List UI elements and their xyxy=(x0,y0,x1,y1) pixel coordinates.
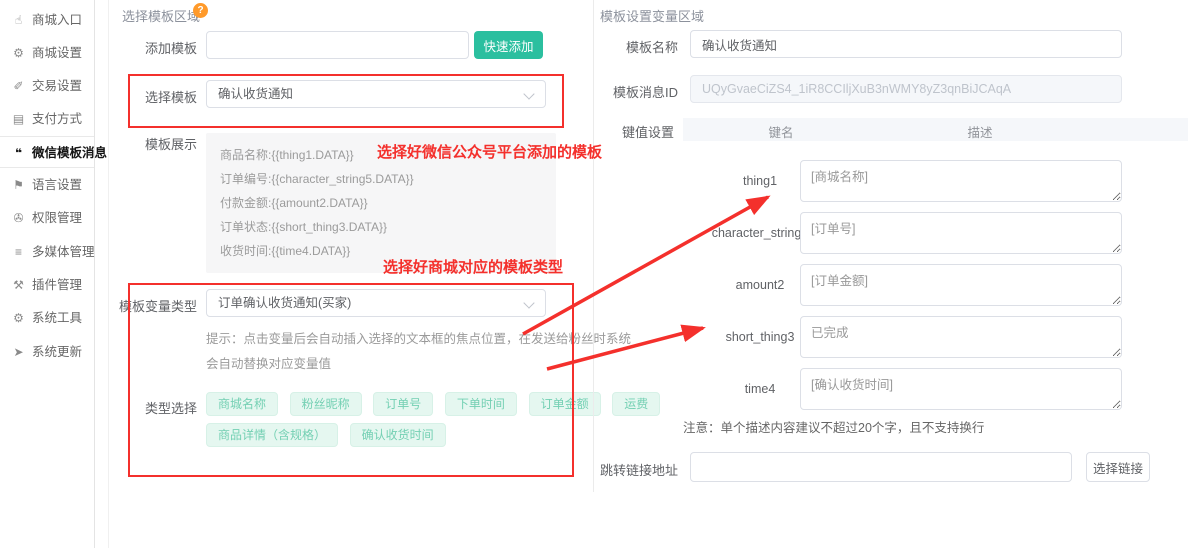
template-var-type-value: 订单确认收货通知(买家) xyxy=(218,296,351,310)
tool-icon: ⚒ xyxy=(11,273,26,297)
template-name-input[interactable] xyxy=(690,30,1122,58)
type-select-label: 类型选择 xyxy=(110,398,197,417)
jump-link-label: 跳转链接地址 xyxy=(590,460,678,479)
sidebar-item-label: 系统工具 xyxy=(32,311,82,325)
preview-line: 订单编号:{{character_string5.DATA}} xyxy=(220,167,542,191)
pen-icon: ✐ xyxy=(11,74,26,98)
preview-line: 付款金额:{{amount2.DATA}} xyxy=(220,191,542,215)
kv-col-desc: 描述 xyxy=(940,122,1020,141)
gear-icon: ⚙ xyxy=(11,41,26,65)
tag-order-time[interactable]: 下单时间 xyxy=(445,392,517,416)
kv-desc-short-thing3-textarea[interactable]: 已完成 xyxy=(800,316,1122,358)
var-type-hint-line2: 会自动替换对应变量值 xyxy=(206,353,331,372)
tag-mall-name[interactable]: 商城名称 xyxy=(206,392,278,416)
card-icon: ▤ xyxy=(11,107,26,131)
type-tags-row1: 商城名称 粉丝昵称 订单号 下单时间 订单金额 运费 xyxy=(206,392,668,416)
mall-entrance-icon: ☝ xyxy=(11,8,26,32)
sidebar-item-system-update[interactable]: ➤ 系统更新 xyxy=(0,340,94,364)
select-template-dropdown[interactable]: 确认收货通知 xyxy=(206,80,546,108)
template-var-type-dropdown[interactable]: 订单确认收货通知(买家) xyxy=(206,289,546,317)
template-name-label: 模板名称 xyxy=(600,37,678,56)
sidebar-item-permission-management[interactable]: ✇ 权限管理 xyxy=(0,206,94,230)
list-icon: ≡ xyxy=(11,240,26,264)
sidebar-item-label: 插件管理 xyxy=(32,278,82,292)
tag-shipping-fee[interactable]: 运费 xyxy=(612,392,660,416)
template-var-type-label: 模板变量类型 xyxy=(110,296,197,315)
sidebar-item-label: 多媒体管理 xyxy=(32,245,95,259)
tag-order-no[interactable]: 订单号 xyxy=(373,392,433,416)
type-tags-row2: 商品详情（含规格） 确认收货时间 xyxy=(206,423,454,447)
chevron-down-icon xyxy=(523,297,534,308)
kv-desc-character-string5-textarea[interactable]: [订单号] xyxy=(800,212,1122,254)
sidebar-item-mall-settings[interactable]: ⚙ 商城设置 xyxy=(0,41,94,65)
sidebar-item-label: 权限管理 xyxy=(32,211,82,225)
sidebar-item-wechat-template-message[interactable]: ❝微信模板消息 xyxy=(0,136,94,168)
template-msg-id-input xyxy=(690,75,1122,103)
column-divider xyxy=(593,0,594,492)
template-preview-label: 模板展示 xyxy=(110,134,197,153)
jump-link-input[interactable] xyxy=(690,452,1072,482)
sidebar-item-language-settings[interactable]: ⚑ 语言设置 xyxy=(0,173,94,197)
chat-bubbles-icon: ❝ xyxy=(11,137,26,169)
wechat-template-message-page: ☝商城入口 ⚙商城设置 ✐交易设置 ▤支付方式 ❝微信模板消息 ⚑语言设置 ✇权… xyxy=(0,0,1188,548)
select-template-label: 选择模板 xyxy=(110,87,197,106)
kv-settings-label: 键值设置 xyxy=(600,122,674,141)
annotation-text-2: 选择好商城对应的模板类型 xyxy=(383,256,563,277)
kv-col-key: 键名 xyxy=(741,122,821,141)
add-template-input[interactable] xyxy=(206,31,469,59)
var-type-hint-line1: 提示：点击变量后会自动插入选择的文本框的焦点位置，在发送给粉丝时系统 xyxy=(206,328,631,347)
kv-desc-thing1-textarea[interactable]: [商城名称] xyxy=(800,160,1122,202)
template-msg-id-label: 模板消息ID xyxy=(600,82,678,101)
sidebar-item-mall-entrance[interactable]: ☝ 商城入口 xyxy=(0,8,94,32)
tag-fan-nickname[interactable]: 粉丝昵称 xyxy=(290,392,362,416)
tag-product-detail[interactable]: 商品详情（含规格） xyxy=(206,423,338,447)
kv-desc-time4-textarea[interactable]: [确认收货时间] xyxy=(800,368,1122,410)
annotation-text-1: 选择好微信公众号平台添加的模板 xyxy=(377,141,602,162)
right-panel-title: 模板设置变量区域 xyxy=(600,6,704,25)
sidebar-item-label: 系统更新 xyxy=(32,345,82,359)
content-left-edge xyxy=(108,0,109,548)
sidebar-item-plugin-management[interactable]: ⚒ 插件管理 xyxy=(0,273,94,297)
key-icon: ✇ xyxy=(11,206,26,230)
select-link-button[interactable]: 选择链接 xyxy=(1086,452,1150,482)
sidebar: ☝ 商城入口 ⚙ 商城设置 ✐ 交易设置 ▤ 支付方式 ❝微信模板消息 ⚑ 语言设置 ✇ 权… xyxy=(0,0,95,548)
gear-icon: ⚙ xyxy=(11,306,26,330)
select-template-value: 确认收货通知 xyxy=(218,87,293,101)
sidebar-item-media-management[interactable]: ≡ 多媒体管理 xyxy=(0,240,94,264)
sidebar-item-label: 交易设置 xyxy=(32,79,82,93)
sidebar-item-payment-method[interactable]: ▤ 支付方式 xyxy=(0,107,94,131)
quick-add-button[interactable]: 快速添加 xyxy=(474,31,543,59)
paper-plane-icon: ➤ xyxy=(11,340,26,364)
sidebar-item-label: 微信模板消息 xyxy=(32,146,107,160)
kv-desc-amount2-textarea[interactable]: [订单金额] xyxy=(800,264,1122,306)
sidebar-item-label: 商城设置 xyxy=(32,46,82,60)
sidebar-item-system-tools[interactable]: ⚙ 系统工具 xyxy=(0,306,94,330)
sidebar-item-label: 商城入口 xyxy=(32,13,82,27)
add-template-label: 添加模板 xyxy=(110,38,197,57)
sidebar-item-label: 语言设置 xyxy=(32,178,82,192)
left-panel-title: 选择模板区域 xyxy=(122,6,200,25)
flag-icon: ⚑ xyxy=(11,173,26,197)
tag-confirm-receipt-time[interactable]: 确认收货时间 xyxy=(350,423,446,447)
tag-order-amount[interactable]: 订单金额 xyxy=(529,392,601,416)
chevron-down-icon xyxy=(523,88,534,99)
sidebar-item-trade-settings[interactable]: ✐ 交易设置 xyxy=(0,74,94,98)
preview-line: 订单状态:{{short_thing3.DATA}} xyxy=(220,215,542,239)
kv-note: 注意：单个描述内容建议不超过20个字，且不支持换行 xyxy=(683,417,984,436)
sidebar-item-label: 支付方式 xyxy=(32,112,82,126)
help-icon[interactable]: ? xyxy=(193,3,208,18)
